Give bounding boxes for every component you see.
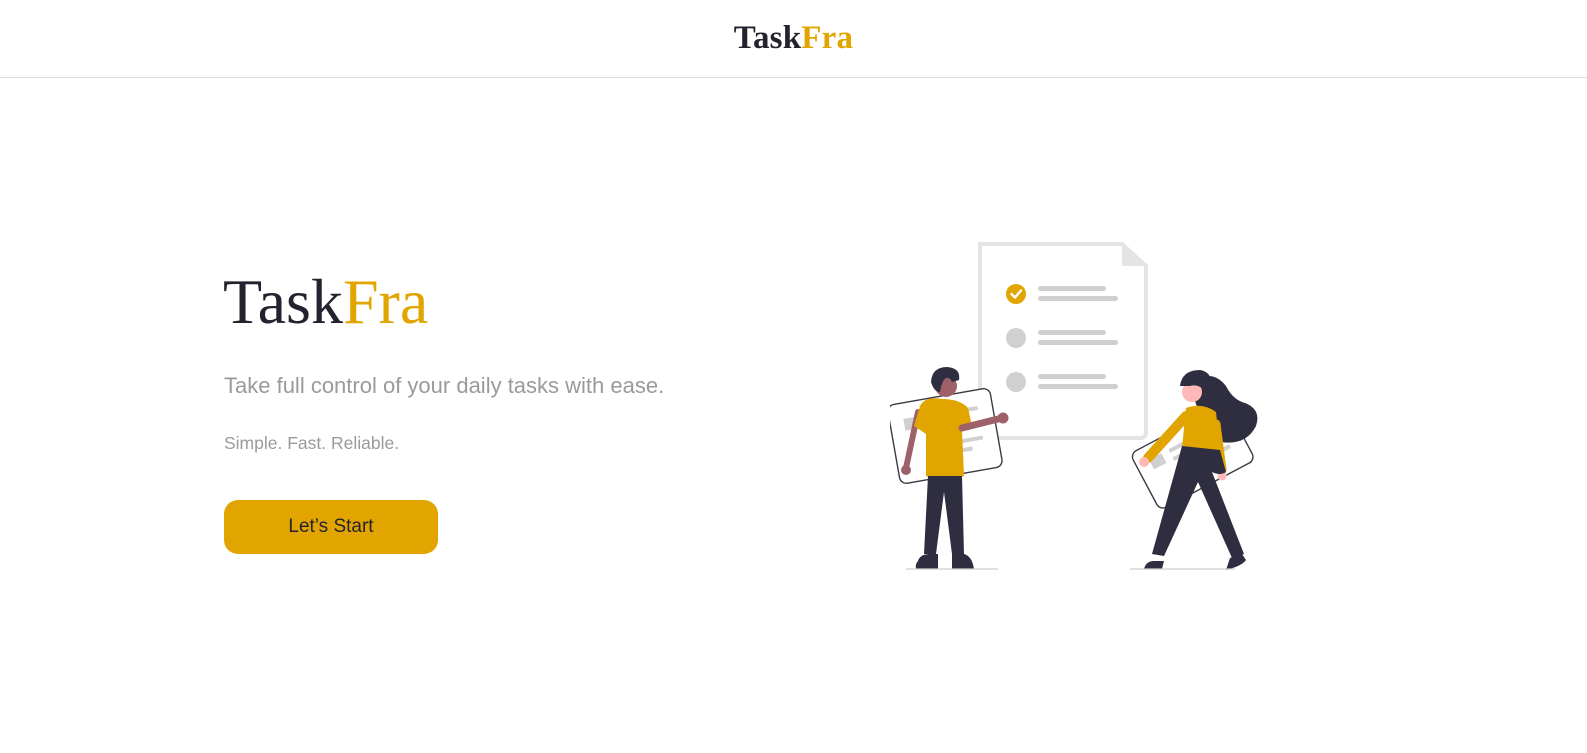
nav-logo-main: Task [733, 20, 802, 56]
empty-circle-icon [1006, 372, 1026, 392]
hero-title-main: Task [223, 266, 343, 337]
empty-circle-icon [1006, 328, 1026, 348]
hero-subtitle: Simple. Fast. Reliable. [224, 433, 400, 453]
hero-title: TaskFra [223, 264, 428, 340]
nav-logo-accent: Fra [801, 20, 854, 56]
hero-title-accent: Fra [342, 266, 429, 337]
man-holding-card [890, 367, 1009, 570]
nav-logo[interactable]: TaskFra [0, 18, 1587, 58]
lets-start-button[interactable]: Let’s Start [224, 500, 438, 554]
checklist-document [978, 242, 1148, 440]
top-navbar: TaskFra [0, 0, 1587, 78]
hero-tagline: Take full control of your daily tasks wi… [224, 373, 665, 398]
check-circle-icon [1006, 284, 1026, 304]
task-team-illustration [890, 242, 1258, 570]
woman-holding-card [1130, 370, 1258, 570]
